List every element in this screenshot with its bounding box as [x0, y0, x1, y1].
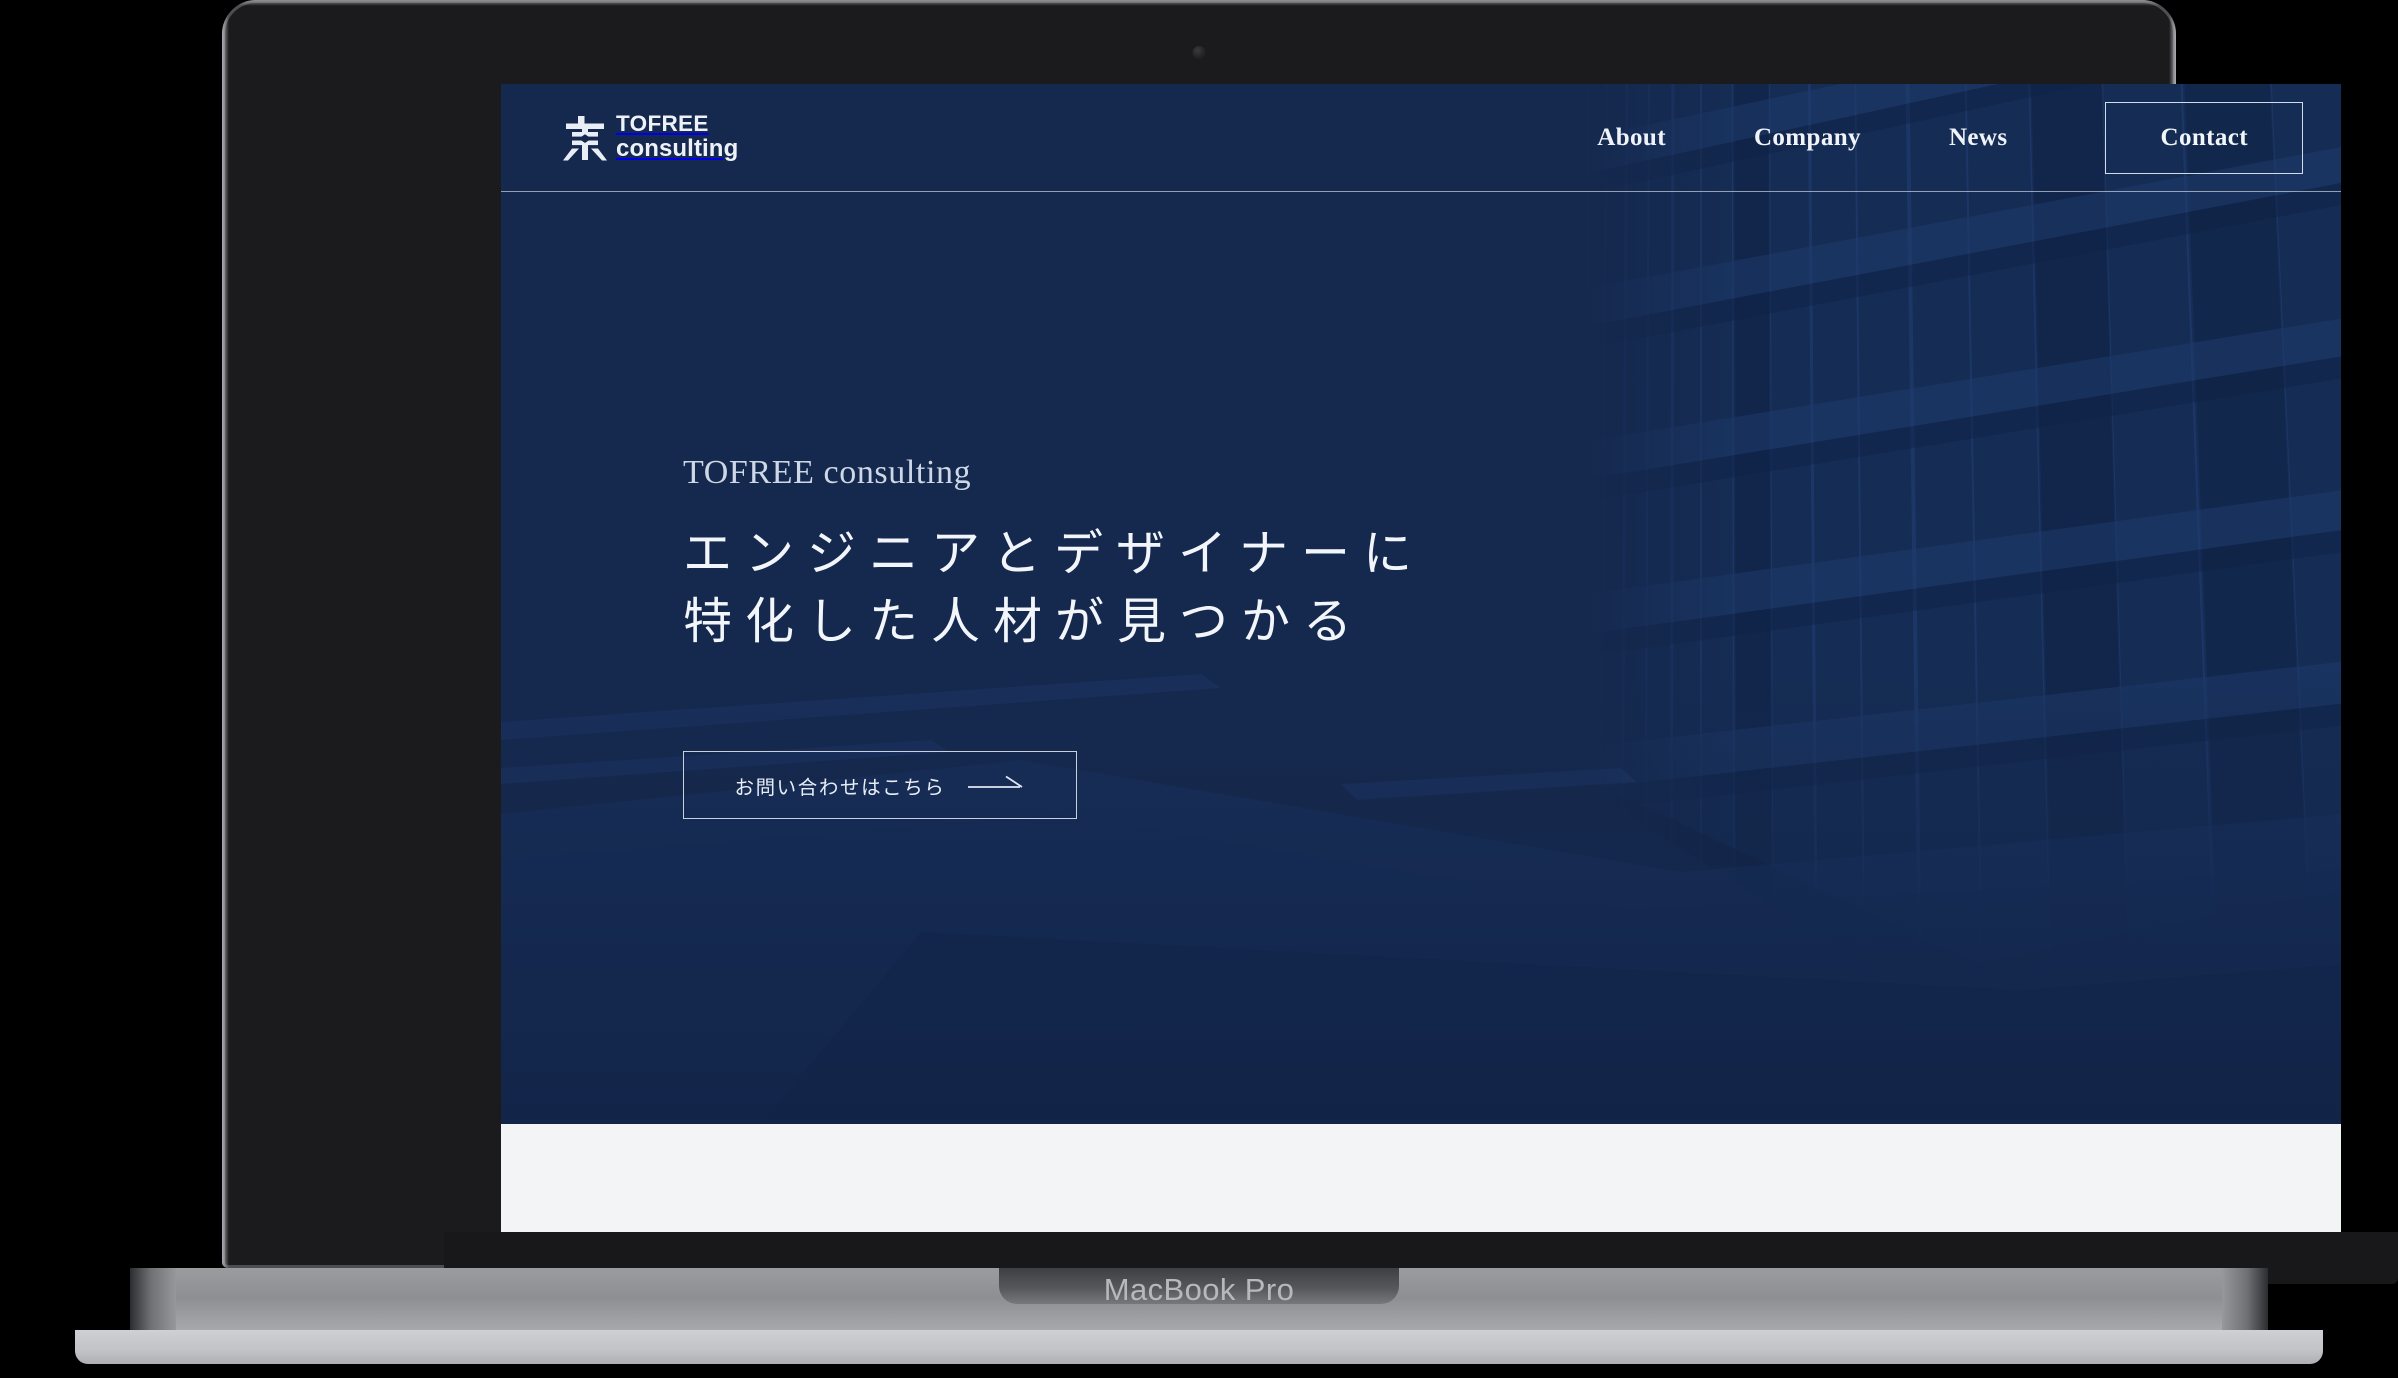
hero-contact-button[interactable]: お問い合わせはこちら — [683, 751, 1077, 820]
hero-headline-line1: エンジニアとデザイナーに — [683, 526, 1426, 581]
site-header: TOFREE consulting About Company News Con… — [501, 84, 2341, 192]
nav-item-news[interactable]: News — [1905, 124, 2052, 152]
hero-headline-line2: 特化した人材が見つかる — [683, 593, 1366, 649]
hero-contact-label: お問い合わせはこちら — [734, 777, 946, 799]
hero-eyebrow: TOFREE consulting — [683, 454, 972, 491]
hero-content: TOFREE consulting エンジニアとデザイナーに 特化した人材が見つ… — [683, 454, 1425, 820]
brand-name-line2: consulting — [616, 135, 739, 163]
hero-background-building — [1577, 84, 2341, 1124]
long-arrow-right-icon — [967, 775, 1026, 796]
hero-section: TOFREE consulting About Company News Con… — [501, 84, 2341, 1124]
next-section-placeholder — [501, 1124, 2341, 1232]
brand-logo[interactable]: TOFREE consulting — [563, 111, 739, 163]
hero-headline: エンジニアとデザイナーに 特化した人材が見つかる — [683, 520, 1425, 655]
nav-contact-button[interactable]: Contact — [2105, 101, 2303, 174]
nav-item-company[interactable]: Company — [1710, 124, 1905, 152]
brand-name-line1: TOFREE — [616, 111, 709, 137]
device-model-label: MacBook Pro — [1103, 1272, 1295, 1307]
main-navigation: About Company News Contact — [1553, 101, 2303, 174]
tofree-higashi-logo-icon — [563, 115, 607, 161]
screen: TOFREE consulting About Company News Con… — [501, 84, 2341, 1232]
laptop-front-lip — [75, 1330, 2323, 1364]
laptop-lid: TOFREE consulting About Company News Con… — [222, 0, 2398, 1284]
nav-item-about[interactable]: About — [1553, 124, 1710, 152]
camera-dot-icon — [1192, 46, 1206, 59]
screenshot-stage: TOFREE consulting About Company News Con… — [0, 0, 2398, 1378]
brand-text: TOFREE consulting — [616, 111, 739, 163]
